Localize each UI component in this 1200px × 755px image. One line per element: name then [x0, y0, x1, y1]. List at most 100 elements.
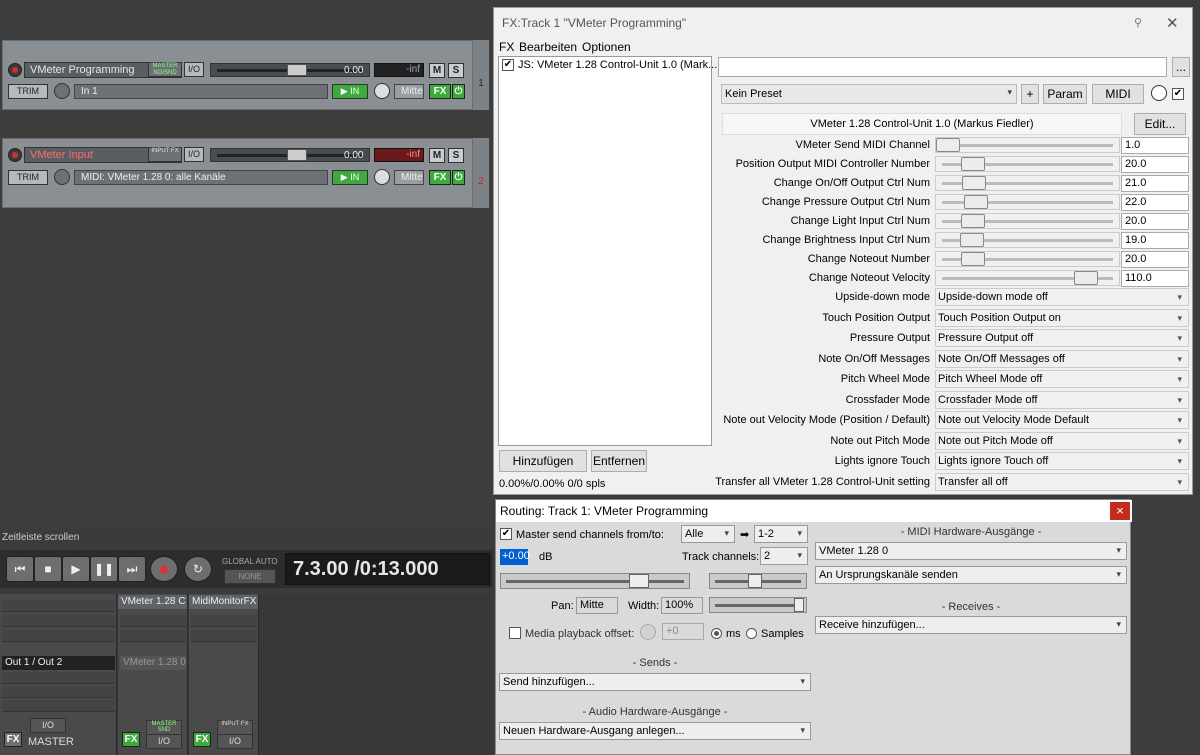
- slider-knob[interactable]: [962, 176, 986, 190]
- strip-io-button[interactable]: I/O: [217, 734, 253, 749]
- remove-fx-button[interactable]: Entfernen: [591, 450, 647, 472]
- param-slider[interactable]: [935, 270, 1120, 286]
- fx-slot[interactable]: [120, 615, 186, 627]
- slider-knob[interactable]: [961, 157, 985, 171]
- time-display[interactable]: 7.3.00 /0:13.000: [285, 553, 490, 585]
- param-value-field[interactable]: 20.0: [1121, 213, 1189, 230]
- fx-button[interactable]: FX: [429, 84, 451, 99]
- slider-knob[interactable]: [1074, 271, 1098, 285]
- param-slider[interactable]: [935, 156, 1120, 172]
- param-select[interactable]: Crossfader Mode off ▾: [935, 391, 1189, 409]
- wet-knob[interactable]: [1151, 85, 1167, 101]
- param-value-field[interactable]: 19.0: [1121, 232, 1189, 249]
- param-select[interactable]: Touch Position Output on ▾: [935, 309, 1189, 327]
- close-icon[interactable]: ✕: [1166, 14, 1179, 32]
- fx-slot[interactable]: [120, 630, 186, 642]
- param-slider[interactable]: [935, 251, 1120, 267]
- param-slider[interactable]: [935, 194, 1120, 210]
- offset-field[interactable]: +0: [662, 623, 704, 640]
- param-button[interactable]: Param: [1043, 84, 1087, 104]
- slider-knob[interactable]: [961, 252, 985, 266]
- close-button[interactable]: ×: [1110, 502, 1130, 520]
- loop-icon[interactable]: ↻: [184, 556, 212, 582]
- trim-button[interactable]: TRIM: [8, 84, 48, 99]
- menu-bearbeiten[interactable]: Bearbeiten: [519, 40, 577, 54]
- route-badge[interactable]: MASTER NO/SND: [148, 62, 182, 77]
- send-slot[interactable]: [2, 686, 115, 698]
- trim-button[interactable]: TRIM: [8, 170, 48, 185]
- pan-slider[interactable]: [709, 573, 807, 589]
- send-slot[interactable]: [2, 672, 115, 684]
- routing-window[interactable]: Routing: Track 1: VMeter Programming × ✔…: [495, 499, 1132, 755]
- strip-io-button[interactable]: I/O: [146, 734, 182, 749]
- volume-field[interactable]: +0.00: [500, 549, 530, 565]
- param-select[interactable]: Lights ignore Touch off ▾: [935, 452, 1189, 470]
- master-send-checkbox[interactable]: ✔: [500, 528, 512, 540]
- monitor-button[interactable]: ▶ IN: [332, 170, 368, 185]
- slider-knob[interactable]: [936, 138, 960, 152]
- width-field[interactable]: 100%: [661, 597, 703, 614]
- record-arm-button[interactable]: [8, 63, 22, 77]
- input-select[interactable]: In 1: [74, 84, 328, 99]
- phase-icon[interactable]: [54, 169, 70, 185]
- send-slot[interactable]: [2, 700, 115, 712]
- param-value-field[interactable]: 22.0: [1121, 194, 1189, 211]
- param-select[interactable]: Note out Velocity Mode Default ▾: [935, 411, 1189, 429]
- param-value-field[interactable]: 110.0: [1121, 270, 1189, 287]
- plugin-entry[interactable]: JS: VMeter 1.28 Control-Unit 1.0 (Mark..…: [518, 59, 717, 71]
- param-slider[interactable]: [935, 213, 1120, 229]
- volume-slider[interactable]: [500, 573, 690, 589]
- param-value-field[interactable]: 1.0: [1121, 137, 1189, 154]
- strip-name[interactable]: VMeter 1.28 C: [118, 595, 187, 609]
- edit-button[interactable]: Edit...: [1134, 113, 1186, 135]
- record-icon[interactable]: ●: [150, 556, 178, 582]
- param-select[interactable]: Pressure Output off ▾: [935, 329, 1189, 347]
- pan-knob[interactable]: [374, 83, 390, 99]
- param-select[interactable]: Pitch Wheel Mode off ▾: [935, 370, 1189, 388]
- ms-radio[interactable]: [711, 628, 722, 639]
- param-slider[interactable]: [935, 175, 1120, 191]
- bypass-checkbox[interactable]: ✔: [1172, 88, 1184, 100]
- fx-slot[interactable]: [2, 600, 115, 612]
- midi-device-select[interactable]: VMeter 1.28 0 ▾: [815, 542, 1127, 560]
- param-slider[interactable]: [935, 232, 1120, 248]
- param-select[interactable]: Transfer all off ▾: [935, 473, 1189, 491]
- to-channels-select[interactable]: 1-2 ▾: [754, 525, 808, 543]
- add-preset-button[interactable]: +: [1021, 84, 1039, 104]
- route-badge[interactable]: MASTER SND: [146, 720, 182, 735]
- more-button[interactable]: ...: [1172, 57, 1190, 77]
- record-arm-button[interactable]: [8, 148, 22, 162]
- io-button[interactable]: I/O: [184, 62, 204, 77]
- midi-button[interactable]: MIDI: [1092, 84, 1144, 104]
- skip-end-icon[interactable]: ⏭: [118, 556, 146, 582]
- strip-fx-button[interactable]: FX: [122, 732, 140, 747]
- add-fx-button[interactable]: Hinzufügen: [499, 450, 587, 472]
- master-io-button[interactable]: I/O: [30, 718, 66, 733]
- pause-icon[interactable]: ❚❚: [90, 556, 118, 582]
- fx-window[interactable]: FX:Track 1 "VMeter Programming" ⚲ ✕ FX B…: [493, 7, 1193, 495]
- monitor-button[interactable]: ▶ IN: [332, 84, 368, 99]
- master-output[interactable]: Out 1 / Out 2: [2, 656, 115, 670]
- solo-button[interactable]: S: [448, 63, 464, 78]
- pan-knob[interactable]: [374, 169, 390, 185]
- param-value-field[interactable]: 20.0: [1121, 251, 1189, 268]
- strip-fx-button[interactable]: FX: [193, 732, 211, 747]
- stop-icon[interactable]: ■: [34, 556, 62, 582]
- width-slider[interactable]: [709, 597, 807, 613]
- param-slider[interactable]: [935, 137, 1120, 153]
- param-select[interactable]: Note On/Off Messages off ▾: [935, 350, 1189, 368]
- io-button[interactable]: I/O: [184, 147, 204, 162]
- menu-optionen[interactable]: Optionen: [582, 40, 631, 54]
- midi-mode-select[interactable]: An Ursprungskanäle senden ▾: [815, 566, 1127, 584]
- param-select[interactable]: Note out Pitch Mode off ▾: [935, 432, 1189, 450]
- global-auto-button[interactable]: NONE: [224, 569, 276, 584]
- fx-chain-list[interactable]: [498, 56, 712, 446]
- fx-name-field[interactable]: [718, 57, 1167, 77]
- mute-button[interactable]: M: [429, 63, 445, 78]
- skip-start-icon[interactable]: ⏮: [6, 556, 34, 582]
- play-icon[interactable]: ▶: [62, 556, 90, 582]
- master-fx-button[interactable]: FX: [4, 732, 22, 747]
- plugin-enable-checkbox[interactable]: ✔: [502, 59, 514, 71]
- offset-knob[interactable]: [640, 624, 656, 640]
- phase-icon[interactable]: [54, 83, 70, 99]
